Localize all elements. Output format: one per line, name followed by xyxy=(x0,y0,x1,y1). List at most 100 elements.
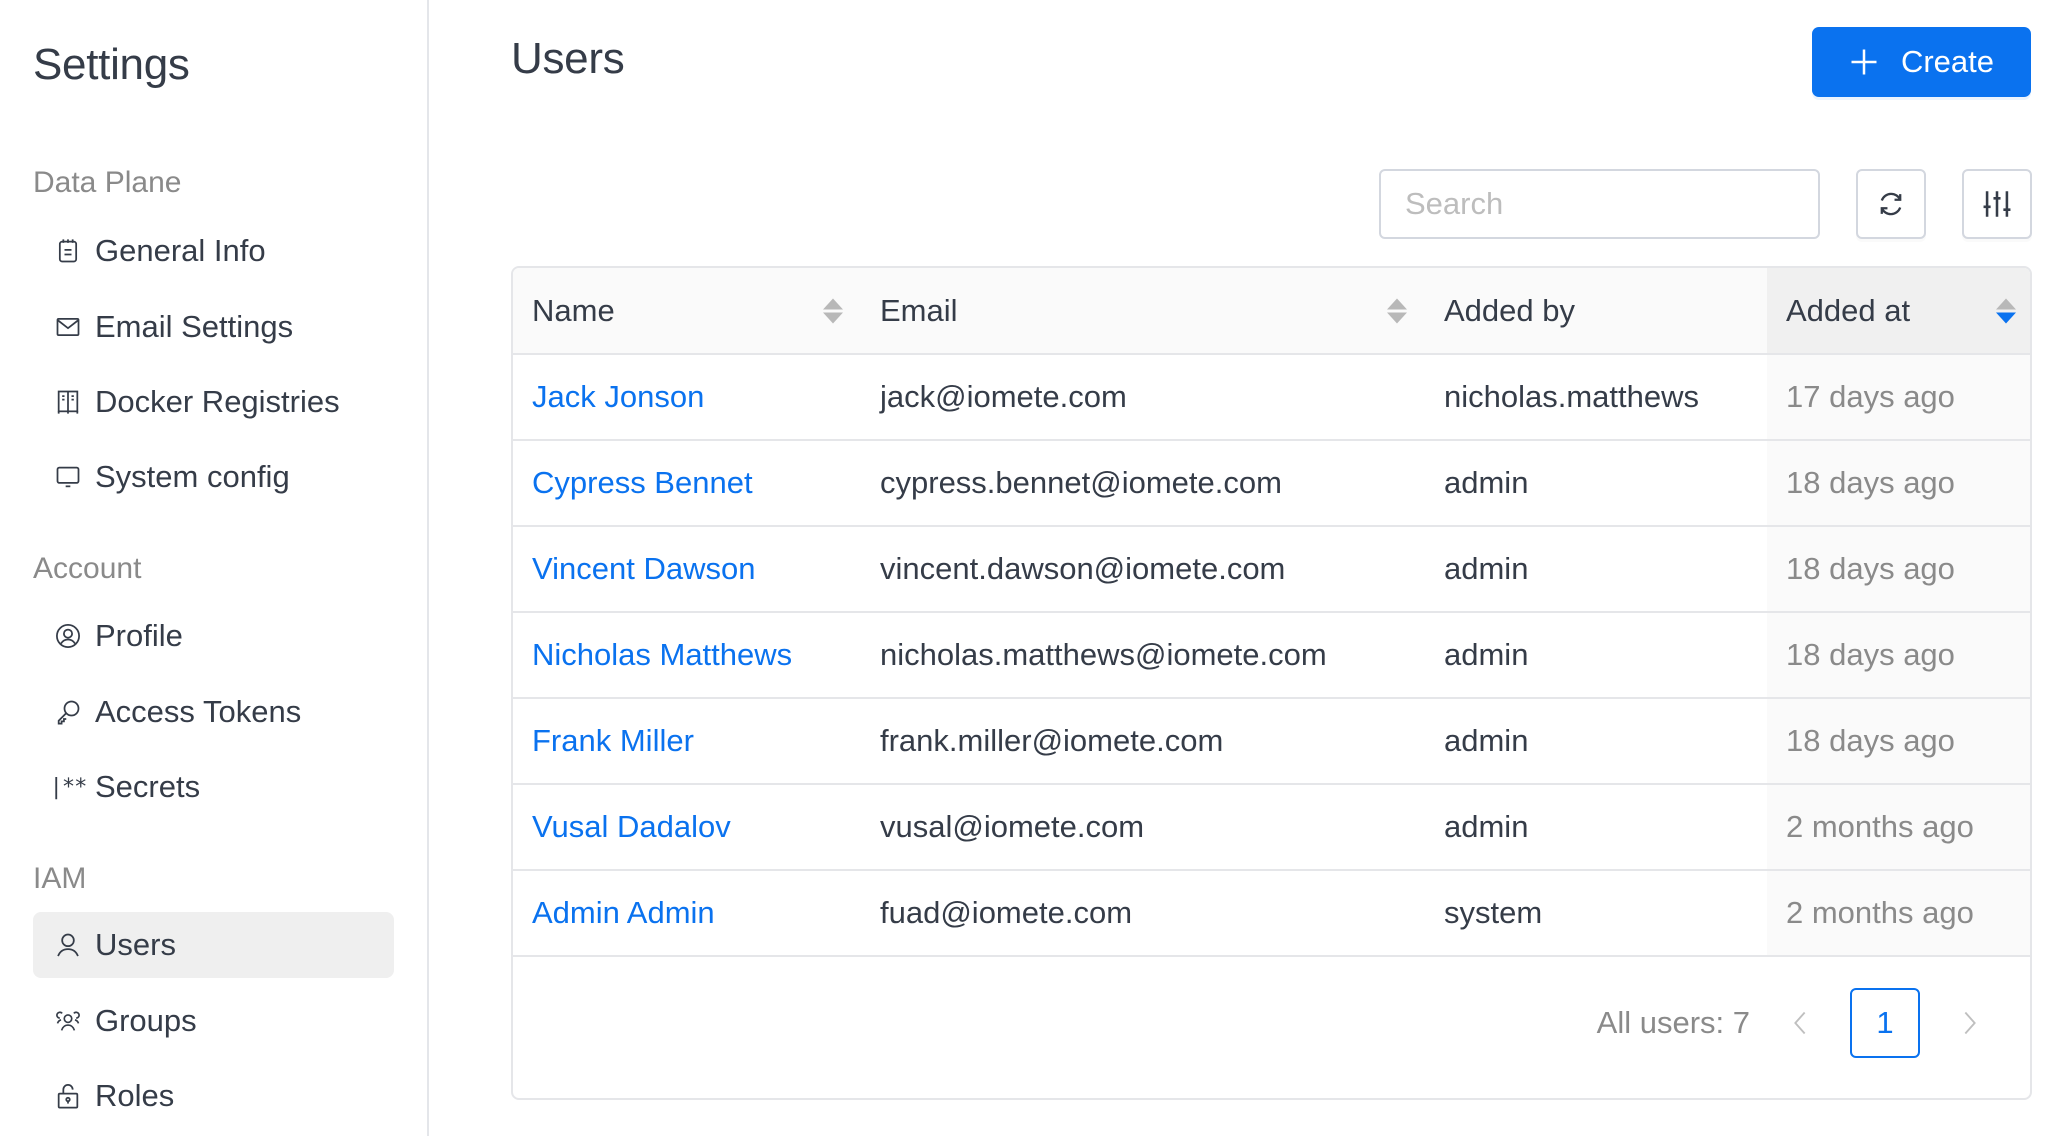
cell-added-by: system xyxy=(1425,870,1767,957)
cell-email: vincent.dawson@iomete.com xyxy=(861,526,1425,613)
user-circle-icon xyxy=(53,621,83,651)
refresh-button[interactable] xyxy=(1856,169,1926,239)
pagination: All users: 7 1 xyxy=(1597,988,2030,1058)
sidebar: Settings Data Plane General Info Email S… xyxy=(0,0,429,1136)
section-label-data-plane: Data Plane xyxy=(33,166,182,199)
sidebar-item-label: System config xyxy=(95,459,290,494)
column-header-email[interactable]: Email xyxy=(861,268,1425,355)
sidebar-item-secrets[interactable]: |** Secrets xyxy=(33,754,394,820)
table-row: Vincent Dawson vincent.dawson@iomete.com a… xyxy=(513,526,2030,613)
user-name-link[interactable]: Nicholas Matthews xyxy=(532,637,792,672)
cell-name: Jack Jonson xyxy=(513,354,861,441)
cell-added-at: 18 days ago xyxy=(1767,526,2030,613)
section-label-iam: IAM xyxy=(33,862,87,895)
sidebar-item-profile[interactable]: Profile xyxy=(33,603,394,669)
notepad-icon xyxy=(53,236,83,266)
cell-added-at: 17 days ago xyxy=(1767,354,2030,441)
sidebar-item-label: Access Tokens xyxy=(95,694,302,729)
sidebar-item-groups[interactable]: Groups xyxy=(33,988,394,1054)
table-row: Vusal Dadalov vusal@iomete.com admin 2 mont… xyxy=(513,784,2030,871)
cell-name: Nicholas Matthews xyxy=(513,612,861,699)
user-name-link[interactable]: Vusal Dadalov xyxy=(532,809,731,844)
password-icon: |** xyxy=(49,774,88,800)
sidebar-item-label: Docker Registries xyxy=(95,384,340,419)
sidebar-item-label: Email Settings xyxy=(95,309,294,344)
column-settings-button[interactable] xyxy=(1962,169,2032,239)
user-name-link[interactable]: Frank Miller xyxy=(532,723,694,758)
sort-icon[interactable] xyxy=(823,298,843,323)
sidebar-item-docker-registries[interactable]: Docker Registries xyxy=(33,369,394,435)
table-row: Admin Admin fuad@iomete.com system 2 months… xyxy=(513,870,2030,957)
sidebar-item-users[interactable]: Users xyxy=(33,912,394,978)
total-count: All users: 7 xyxy=(1596,1005,1750,1040)
cell-email: cypress.bennet@iomete.com xyxy=(861,440,1425,527)
sidebar-item-label: Roles xyxy=(95,1078,175,1113)
page-title: Users xyxy=(511,34,625,83)
sidebar-item-roles[interactable]: Roles xyxy=(33,1063,394,1129)
cell-email: fuad@iomete.com xyxy=(861,870,1425,957)
next-page-button[interactable] xyxy=(1950,988,1990,1058)
sidebar-item-label: General Info xyxy=(95,233,266,268)
column-header-added-by: Added by xyxy=(1425,268,1767,355)
mail-icon xyxy=(53,312,83,342)
prev-page-button[interactable] xyxy=(1780,988,1820,1058)
sidebar-item-label: Profile xyxy=(95,618,183,653)
sidebar-item-label: Users xyxy=(95,927,176,962)
column-header-added-at[interactable]: Added at xyxy=(1767,268,2030,355)
user-name-link[interactable]: Jack Jonson xyxy=(532,379,704,414)
search-input[interactable] xyxy=(1379,169,1820,239)
sort-icon[interactable] xyxy=(1387,298,1407,323)
column-header-name[interactable]: Name xyxy=(513,268,861,355)
table-row: Jack Jonson jack@iomete.com nicholas.matth… xyxy=(513,354,2030,441)
sidebar-item-label: Groups xyxy=(95,1003,197,1038)
page-1-button[interactable]: 1 xyxy=(1850,988,1920,1058)
sidebar-item-email-settings[interactable]: Email Settings xyxy=(33,294,394,360)
cell-added-at: 18 days ago xyxy=(1767,698,2030,785)
user-name-link[interactable]: Vincent Dawson xyxy=(532,551,755,586)
cell-added-by: nicholas.matthews xyxy=(1425,354,1767,441)
user-icon xyxy=(53,930,83,960)
user-name-link[interactable]: Admin Admin xyxy=(532,895,715,930)
sidebar-item-general-info[interactable]: General Info xyxy=(33,218,394,284)
users-table: Name Email Added by Added at Jack Jonson… xyxy=(511,266,2032,1100)
cell-email: vusal@iomete.com xyxy=(861,784,1425,871)
create-button[interactable]: Create xyxy=(1812,27,2031,97)
cell-email: nicholas.matthews@iomete.com xyxy=(861,612,1425,699)
cell-name: Admin Admin xyxy=(513,870,861,957)
plus-icon xyxy=(1851,49,1877,75)
key-icon xyxy=(53,697,83,727)
lock-icon xyxy=(53,1081,83,1111)
cell-added-by: admin xyxy=(1425,440,1767,527)
sort-descending-icon[interactable] xyxy=(1996,298,2016,323)
refresh-icon xyxy=(1880,192,1902,216)
column-label: Added at xyxy=(1786,292,1911,328)
cell-added-by: admin xyxy=(1425,784,1767,871)
cell-name: Vusal Dadalov xyxy=(513,784,861,871)
sidebar-item-system-config[interactable]: System config xyxy=(33,444,394,510)
cell-added-by: admin xyxy=(1425,526,1767,613)
cell-name: Frank Miller xyxy=(513,698,861,785)
locker-icon xyxy=(53,387,83,417)
cell-added-by: admin xyxy=(1425,698,1767,785)
cell-name: Vincent Dawson xyxy=(513,526,861,613)
sidebar-item-access-tokens[interactable]: Access Tokens xyxy=(33,679,394,745)
cell-email: frank.miller@iomete.com xyxy=(861,698,1425,785)
table-row: Cypress Bennet cypress.bennet@iomete.com a… xyxy=(513,440,2030,527)
table-row: Nicholas Matthews nicholas.matthews@iomet… xyxy=(513,612,2030,699)
column-label: Email xyxy=(880,292,958,328)
chevron-left-icon xyxy=(1794,1011,1806,1035)
sidebar-item-label: Secrets xyxy=(95,769,201,804)
cell-added-at: 18 days ago xyxy=(1767,612,2030,699)
chevron-right-icon xyxy=(1964,1011,1976,1035)
user-name-link[interactable]: Cypress Bennet xyxy=(532,465,753,500)
section-label-account: Account xyxy=(33,552,142,585)
sliders-icon xyxy=(1983,191,2011,217)
column-label: Added by xyxy=(1444,292,1575,328)
table-header-row: Name Email Added by Added at xyxy=(513,268,2030,355)
column-label: Name xyxy=(532,292,615,328)
create-button-label: Create xyxy=(1900,44,1995,79)
users-group-icon xyxy=(53,1006,83,1036)
cell-email: jack@iomete.com xyxy=(861,354,1425,441)
cell-added-by: admin xyxy=(1425,612,1767,699)
table-row: Frank Miller frank.miller@iomete.com admin… xyxy=(513,698,2030,785)
